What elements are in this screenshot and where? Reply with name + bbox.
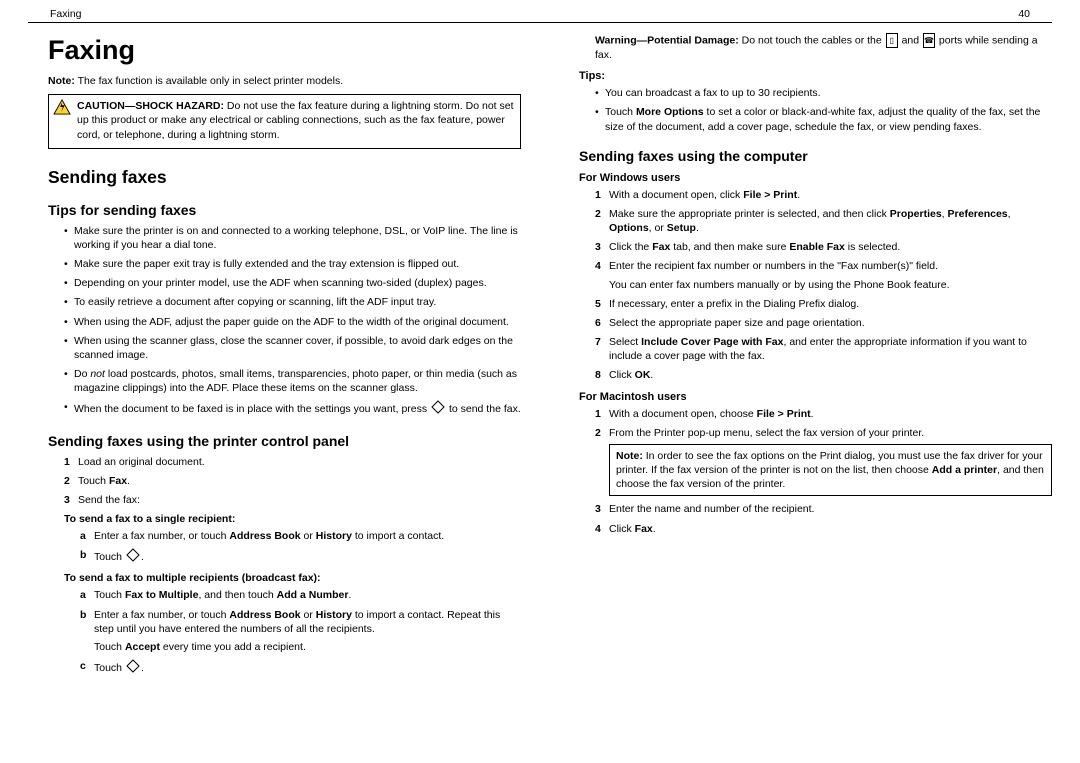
control-panel-steps: 1Load an original document. 2Touch Fax. … (28, 455, 521, 508)
step: 2Make sure the appropriate printer is se… (595, 207, 1052, 235)
single-recipient-title: To send a fax to a single recipient: (28, 513, 521, 525)
caution-box: CAUTION—SHOCK HAZARD: Do not use the fax… (48, 94, 521, 149)
step: 5If necessary, enter a prefix in the Dia… (595, 297, 1052, 311)
page: Faxing 40 Faxing Note: The fax function … (0, 0, 1080, 763)
sub-step: aTouch Fax to Multiple, and then touch A… (80, 588, 521, 602)
start-diamond-icon (431, 400, 445, 418)
single-steps: aEnter a fax number, or touch Address Bo… (28, 529, 521, 566)
note-label: Note: (616, 450, 643, 462)
start-diamond-icon (126, 548, 140, 566)
tip-item: You can broadcast a fax to up to 30 reci… (595, 86, 1052, 100)
tip-item: Touch More Options to set a color or bla… (595, 105, 1052, 133)
tip-item: When using the scanner glass, close the … (64, 334, 521, 362)
multi-steps: aTouch Fax to Multiple, and then touch A… (28, 588, 521, 677)
h3-control-panel: Sending faxes using the printer control … (28, 433, 521, 449)
step: 2From the Printer pop-up menu, select th… (595, 426, 1052, 497)
tip-item: Make sure the paper exit tray is fully e… (64, 257, 521, 271)
right-column: Warning—Potential Damage: Do not touch t… (559, 31, 1052, 682)
start-diamond-icon (126, 659, 140, 677)
line-port-icon: ▯ (886, 33, 898, 48)
tips-label: Tips: (559, 70, 1052, 82)
tips-list: Make sure the printer is on and connecte… (28, 224, 521, 419)
tip-item: When using the ADF, adjust the paper gui… (64, 315, 521, 329)
shock-hazard-icon (53, 99, 71, 119)
step: 4Click Fax. (595, 522, 1052, 536)
columns: Faxing Note: The fax function is availab… (28, 31, 1052, 682)
step: 3Enter the name and number of the recipi… (595, 502, 1052, 516)
sub-step: bTouch . (80, 548, 521, 566)
step: 6Select the appropriate paper size and p… (595, 316, 1052, 330)
step: 1With a document open, click File > Prin… (595, 188, 1052, 202)
tip-item: Do not load postcards, photos, small ite… (64, 367, 521, 395)
left-column: Faxing Note: The fax function is availab… (28, 31, 521, 682)
h3-tips: Tips for sending faxes (28, 202, 521, 218)
ext-port-icon: ☎ (923, 33, 935, 48)
caution-label: CAUTION—SHOCK HAZARD: (77, 100, 224, 112)
step: 8Click OK. (595, 368, 1052, 382)
tip-item: To easily retrieve a document after copy… (64, 295, 521, 309)
step: 2Touch Fax. (64, 474, 521, 488)
step: 4Enter the recipient fax number or numbe… (595, 259, 1052, 291)
mac-title: For Macintosh users (559, 391, 1052, 403)
page-header: Faxing 40 (28, 8, 1052, 23)
windows-steps: 1With a document open, click File > Prin… (559, 188, 1052, 383)
note-text: The fax function is available only in se… (75, 75, 343, 87)
windows-title: For Windows users (559, 172, 1052, 184)
step: 3Send the fax: (64, 493, 521, 507)
multiple-recipient-title: To send a fax to multiple recipients (br… (28, 572, 521, 584)
tip-item: When the document to be faxed is in plac… (64, 400, 521, 418)
step: 1With a document open, choose File > Pri… (595, 407, 1052, 421)
tip-item: Depending on your printer model, use the… (64, 276, 521, 290)
tip-item: Make sure the printer is on and connecte… (64, 224, 521, 252)
warning-label: Warning—Potential Damage: (595, 34, 739, 46)
h3-computer: Sending faxes using the computer (559, 148, 1052, 164)
note-line: Note: The fax function is available only… (28, 74, 521, 88)
step: 1Load an original document. (64, 455, 521, 469)
mac-steps: 1With a document open, choose File > Pri… (559, 407, 1052, 536)
warning-line: Warning—Potential Damage: Do not touch t… (559, 33, 1052, 62)
header-page-number: 40 (1018, 8, 1030, 20)
sub-step: cTouch . (80, 659, 521, 677)
sub-step: bEnter a fax number, or touch Address Bo… (80, 608, 521, 655)
note-label: Note: (48, 75, 75, 87)
right-tips-list: You can broadcast a fax to up to 30 reci… (559, 86, 1052, 134)
step: 3Click the Fax tab, and then make sure E… (595, 240, 1052, 254)
step: 7Select Include Cover Page with Fax, and… (595, 335, 1052, 363)
h2-sending-faxes: Sending faxes (28, 167, 521, 188)
sub-step: aEnter a fax number, or touch Address Bo… (80, 529, 521, 543)
h1-faxing: Faxing (28, 35, 521, 66)
mac-note-box: Note: In order to see the fax options on… (609, 444, 1052, 497)
header-left: Faxing (50, 8, 82, 20)
